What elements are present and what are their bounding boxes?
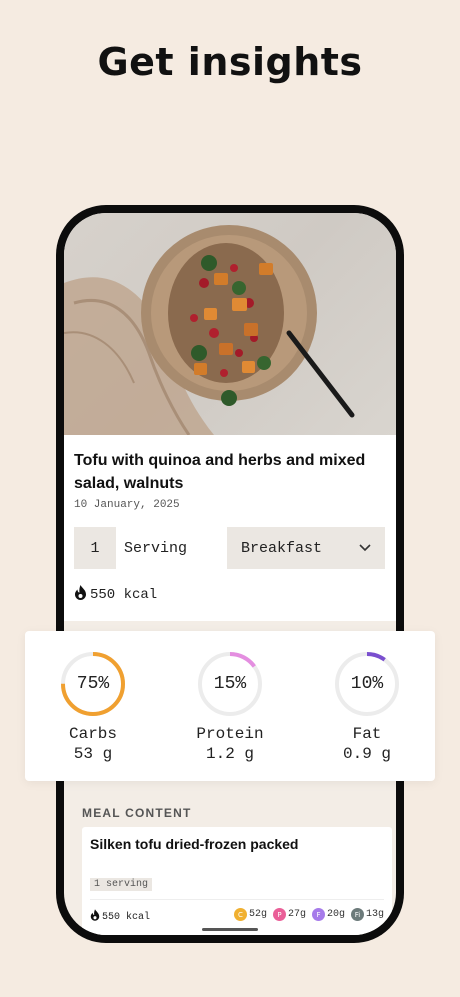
serving-unit-label: Serving (124, 540, 188, 557)
flame-icon (90, 909, 100, 925)
macro-fat: 10% Fat 0.9 g (307, 649, 427, 763)
macro-chip-value: 52g (248, 909, 267, 920)
fat-label: Fat (352, 725, 382, 743)
carbs-amount: 53 g (73, 745, 113, 763)
kcal-row: 550 kcal (74, 585, 157, 605)
meal-select-value: Breakfast (241, 539, 323, 557)
fat-dot-icon: F (311, 908, 325, 921)
item-serving-badge: 1 serving (90, 878, 153, 891)
phone-screen: Tofu with quinoa and herbs and mixed sal… (64, 213, 396, 935)
headline: Get insights (97, 40, 363, 84)
food-detail-card: Tofu with quinoa and herbs and mixed sal… (64, 435, 396, 621)
divider (90, 899, 384, 900)
macro-chip-value: 13g (365, 909, 384, 920)
macro-protein: 15% Protein 1.2 g (170, 649, 290, 763)
food-title: Tofu with quinoa and herbs and mixed sal… (74, 452, 366, 492)
fiber-dot-icon: Fi (350, 908, 364, 921)
carbs-label: Carbs (68, 725, 117, 743)
item-name: Silken tofu dried-frozen packed (90, 836, 299, 852)
kcal-value: 550 kcal (90, 587, 158, 603)
carbs-dot-icon: C (233, 908, 247, 921)
meal-content-item[interactable]: Silken tofu dried-frozen packed 1 servin… (82, 827, 392, 935)
protein-dot-icon: P (272, 908, 286, 921)
macros-card: 75% Carbs 53 g 15% Protein 1.2 g 10% Fat… (25, 631, 435, 781)
protein-amount: 1.2 g (205, 745, 254, 763)
food-date: 10 January, 2025 (74, 499, 180, 511)
home-indicator (202, 928, 258, 931)
fat-amount: 0.9 g (342, 745, 391, 763)
phone-frame: Tofu with quinoa and herbs and mixed sal… (56, 205, 404, 943)
meal-content-heading: MEAL CONTENT (82, 806, 192, 820)
flame-icon (74, 585, 87, 605)
macro-chip-protein: P 27g (272, 908, 306, 921)
macro-chip-fiber: Fi 13g (350, 908, 384, 921)
fat-percent: 10% (350, 674, 384, 694)
protein-ring: 15% (195, 649, 265, 719)
item-kcal-value: 550 kcal (102, 911, 151, 923)
meal-select[interactable]: Breakfast (227, 527, 385, 569)
item-kcal: 550 kcal (90, 909, 150, 925)
macro-carbs: 75% Carbs 53 g (33, 649, 153, 763)
macro-chip-value: 20g (326, 909, 345, 920)
macro-chip-value: 27g (287, 909, 306, 920)
fat-ring: 10% (332, 649, 402, 719)
carbs-ring: 75% (58, 649, 128, 719)
protein-percent: 15% (213, 674, 247, 694)
protein-label: Protein (196, 725, 264, 743)
macro-chip-carbs: C 52g (233, 908, 267, 921)
chevron-down-icon (359, 540, 371, 557)
macro-chip-fat: F 20g (311, 908, 345, 921)
quantity-input[interactable]: 1 (74, 527, 116, 569)
carbs-percent: 75% (76, 674, 110, 694)
item-macros: C 52g P 27g F 20g Fi 13g (233, 908, 384, 921)
food-photo (64, 213, 396, 436)
